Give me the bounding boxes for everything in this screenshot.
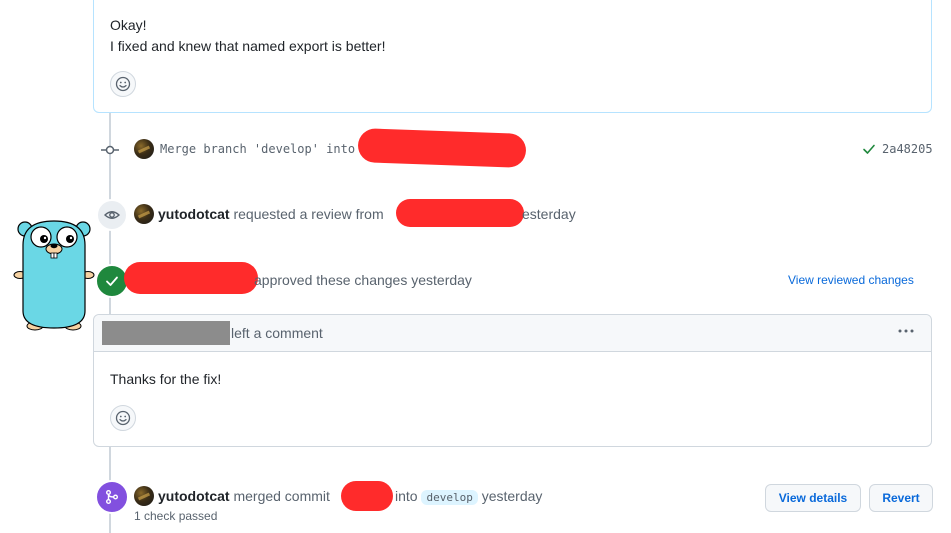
redacted-commit [341,481,393,511]
smiley-icon [115,76,131,92]
avatar [134,204,154,224]
username-link[interactable]: yutodotcat [158,488,230,504]
username-link[interactable]: yutodotcat [158,206,230,222]
into-text: into [395,488,418,504]
merge-line-start: yutodotcat merged commit [158,488,330,504]
redacted-author [102,321,230,345]
avatar [134,486,154,506]
kebab-horizontal-icon[interactable] [897,323,915,344]
comment-header-text: left a comment [231,325,323,341]
git-merge-icon [106,490,118,504]
comment-line-2: I fixed and knew that named export is be… [110,38,386,54]
revert-button[interactable]: Revert [869,484,933,512]
eye-icon [104,211,120,219]
comment-body: Thanks for the fix! [110,371,222,387]
redacted-reviewer [124,262,258,294]
commit-sha[interactable]: 2a48205 [882,142,933,156]
commit-message[interactable]: Merge branch 'develop' into [160,142,355,156]
avatar [134,139,154,159]
eye-badge [96,199,128,231]
add-reaction-button[interactable] [110,405,136,431]
checks-status[interactable]: 1 check passed [134,509,217,523]
merge-time: yesterday [481,488,543,504]
comment-line-1: Okay! [110,17,147,33]
branch-tag[interactable]: develop [421,490,478,505]
check-icon [106,276,118,286]
merge-line-end: into develop yesterday [395,488,542,505]
check-icon [863,144,875,154]
smiley-icon [115,410,131,426]
review-request-text: requested a review from [233,206,384,222]
review-request-line: yutodotcat requested a review from [158,206,384,222]
merged-badge [95,480,129,514]
git-commit-icon [101,145,119,155]
merge-text: merged commit [233,488,330,504]
redacted-branch [357,128,527,168]
gopher-mascot-icon [13,220,95,331]
comment-header: left a comment [94,315,931,352]
previous-comment: Okay! I fixed and knew that named export… [93,0,932,113]
add-reaction-button[interactable] [110,71,136,97]
view-reviewed-changes-link[interactable]: View reviewed changes [788,273,914,287]
redacted-reviewer [396,199,524,227]
approval-text: approved these changes yesterday [254,272,472,288]
review-request-time: esterday [522,206,576,222]
view-details-button[interactable]: View details [765,484,861,512]
review-comment: left a comment Thanks for the fix! [93,314,932,447]
